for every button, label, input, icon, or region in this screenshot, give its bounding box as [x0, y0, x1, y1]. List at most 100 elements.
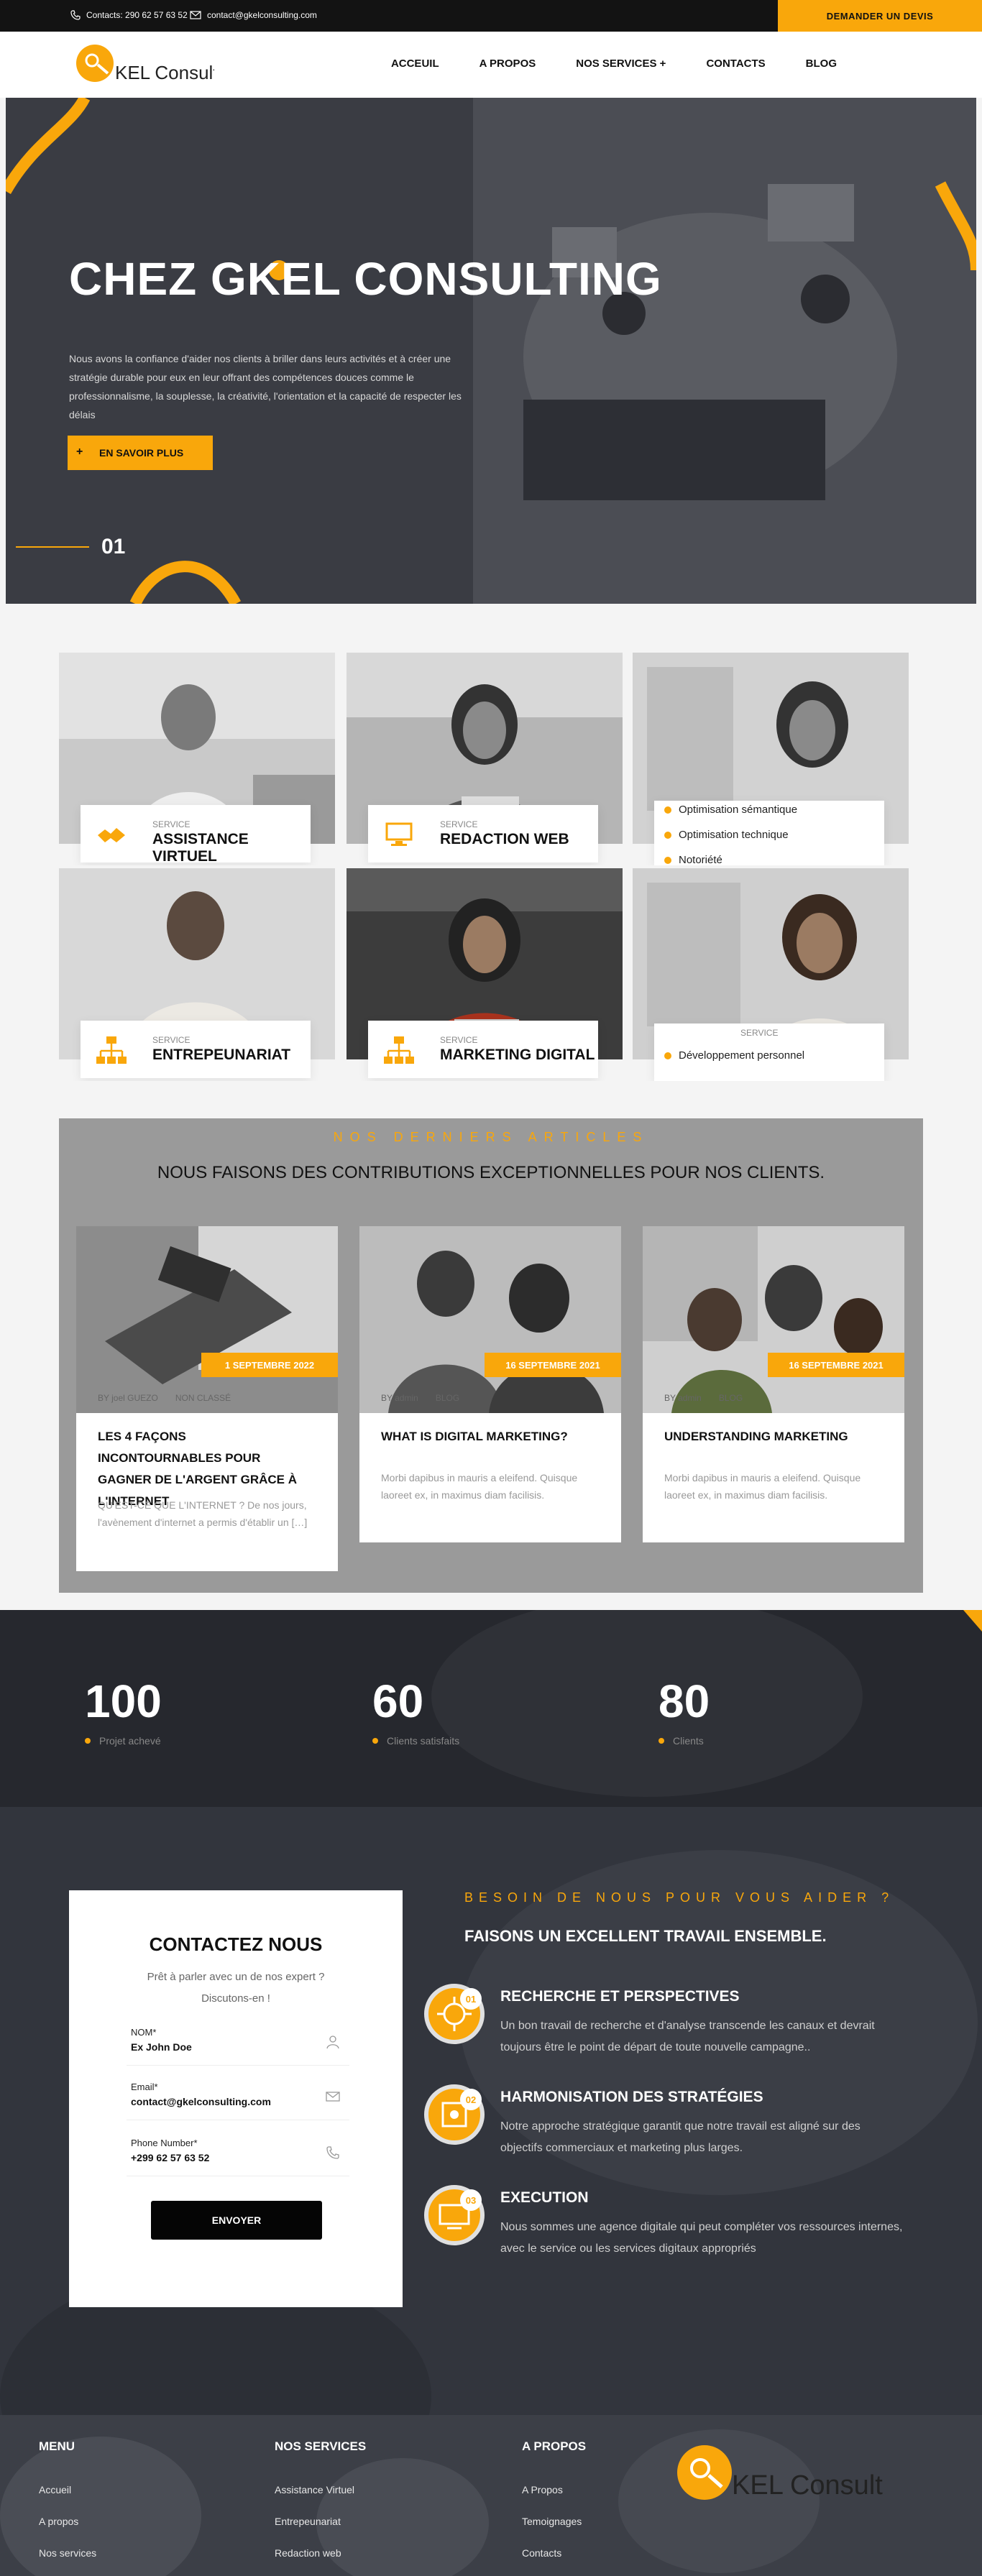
feature-item: Développement personnel — [664, 1049, 880, 1062]
author-link[interactable]: BY joel GUEZO — [98, 1393, 158, 1403]
handshake-icon — [98, 828, 125, 842]
articles-title: NOUS FAISONS DES CONTRIBUTIONS EXCEPTION… — [157, 1163, 825, 1182]
phone-icon — [70, 10, 81, 20]
footer-link[interactable]: Accueil — [39, 2484, 96, 2496]
hero-text: Nous avons la confiance d'aider nos clie… — [69, 353, 462, 420]
phone-text: Contacts: 290 62 57 63 52 — [86, 10, 188, 20]
counter-value: 60 — [372, 1675, 424, 1727]
service-title: ASSISTANCE VIRTUEL — [152, 831, 249, 865]
form-subtitle: Prêt à parler avec un de nos expert ? Di… — [147, 1971, 325, 2005]
feature-item: Optimisation sémantique — [664, 804, 880, 816]
service-title: REDACTION WEB — [440, 831, 569, 847]
counter-value: 100 — [85, 1675, 162, 1727]
step-number: 01 — [460, 1988, 482, 2010]
article-excerpt: QU'EST-CE QUE L'INTERNET ? De nos jours,… — [98, 1499, 308, 1528]
learn-more-button[interactable]: + EN SAVOIR PLUS — [68, 436, 213, 470]
footer-link[interactable]: Nos services — [39, 2547, 96, 2559]
footer-link[interactable]: A Propos — [522, 2484, 586, 2496]
nav-item-a-propos[interactable]: A PROPOS — [479, 58, 536, 70]
counter-label: Projet achevé — [85, 1735, 162, 1747]
email-text: contact@gkelconsulting.com — [207, 10, 317, 20]
phone-icon — [326, 2146, 339, 2159]
bullet-icon — [664, 831, 671, 839]
send-button[interactable]: ENVOYER — [151, 2201, 322, 2240]
article-title[interactable]: WHAT IS DIGITAL MARKETING? — [381, 1426, 597, 1448]
step-text: Notre approche stratégique garantit que … — [500, 2120, 861, 2154]
slide-number[interactable]: 01 — [101, 535, 125, 559]
service-card-hover-dev[interactable]: SERVICE Développement personnel — [633, 868, 909, 1081]
name-value: Ex John Doe — [131, 2041, 192, 2053]
network-icon — [96, 1036, 127, 1064]
author-link[interactable]: BY admin — [664, 1393, 702, 1403]
step-title: RECHERCHE ET PERSPECTIVES — [500, 1988, 740, 2005]
footer-link[interactable]: Assistance Virtuel — [275, 2484, 366, 2496]
article-date: 16 SEPTEMBRE 2021 — [768, 1353, 904, 1377]
footer-menu: MENU Accueil A propos Nos services — [39, 2439, 96, 2576]
footer-link[interactable]: Contacts — [522, 2547, 586, 2559]
article-meta: BY joel GUEZO NON CLASSÉ — [98, 1393, 231, 1403]
service-info: SERVICE ASSISTANCE VIRTUEL — [81, 805, 311, 865]
counter-value: 80 — [659, 1675, 710, 1727]
bullet-icon — [664, 856, 671, 864]
article-card[interactable]: 16 SEPTEMBRE 2021 BY admin BLOG UNDERSTA… — [643, 1226, 904, 1542]
bullet-icon — [659, 1738, 664, 1744]
mail-icon — [326, 2092, 340, 2102]
step-title: EXECUTION — [500, 2189, 589, 2206]
help-kicker: BESOIN DE NOUS POUR VOUS AIDER ? — [464, 1890, 895, 1905]
footer-link[interactable]: Redaction web — [275, 2547, 366, 2559]
footer-about-title: A PROPOS — [522, 2439, 587, 2453]
service-card-hover-seo[interactable]: Optimisation sémantique Optimisation tec… — [633, 653, 909, 865]
category-link[interactable]: BLOG — [719, 1393, 743, 1403]
help-title: FAISONS UN EXCELLENT TRAVAIL ENSEMBLE. — [464, 1927, 827, 1945]
service-label: SERVICE — [152, 1035, 191, 1045]
service-title: ENTREPEUNARIAT — [152, 1046, 291, 1063]
category-link[interactable]: BLOG — [436, 1393, 459, 1403]
mail-icon — [190, 11, 201, 19]
latest-articles-section: NOS DERNIERS ARTICLES NOUS FAISONS DES C… — [59, 1118, 923, 1593]
service-label: SERVICE — [152, 819, 191, 829]
footer-logo[interactable]: KEL Consulting — [669, 2437, 919, 2508]
service-card-entrepeunariat[interactable]: SERVICE ENTREPEUNARIAT — [59, 868, 335, 1081]
feature-item: Optimisation technique — [664, 829, 880, 841]
author-link[interactable]: BY admin — [381, 1393, 418, 1403]
service-label: SERVICE — [740, 1028, 779, 1038]
nav-item-accueil[interactable]: ACCEUIL — [391, 58, 439, 70]
service-card-assistance[interactable]: SERVICE ASSISTANCE VIRTUEL — [59, 653, 335, 865]
footer-link[interactable]: Entrepeunariat — [275, 2516, 366, 2527]
name-label: NOM* — [131, 2027, 157, 2038]
email-contact[interactable]: contact@gkelconsulting.com — [190, 10, 317, 20]
main-nav: ACCEUIL A PROPOS NOS SERVICES + CONTACTS… — [391, 58, 837, 70]
service-label: SERVICE — [440, 1035, 478, 1045]
counter-satisfied: 60 Clients satisfaits — [372, 1675, 459, 1747]
request-quote-button[interactable]: DEMANDER UN DEVIS — [778, 0, 982, 32]
article-card[interactable]: 1 SEPTEMBRE 2022 BY joel GUEZO NON CLASS… — [76, 1226, 338, 1571]
footer-services-title: NOS SERVICES — [275, 2439, 367, 2453]
nav-item-contacts[interactable]: CONTACTS — [706, 58, 765, 70]
nav-item-nos-services[interactable]: NOS SERVICES + — [576, 58, 666, 70]
footer-services: NOS SERVICES Assistance Virtuel Entrepeu… — [275, 2439, 366, 2576]
name-field[interactable]: NOM* Ex John Doe — [127, 2020, 349, 2066]
user-icon — [326, 2036, 339, 2049]
site-logo[interactable]: KEL Consulting — [70, 39, 243, 91]
counter-label: Clients satisfaits — [372, 1735, 459, 1747]
footer-link[interactable]: Temoignages — [522, 2516, 586, 2527]
article-image — [359, 1226, 621, 1413]
service-card-redaction[interactable]: SERVICE REDACTION WEB — [347, 653, 623, 865]
nav-item-blog[interactable]: BLOG — [806, 58, 837, 70]
article-title[interactable]: UNDERSTANDING MARKETING — [664, 1426, 880, 1448]
article-card[interactable]: 16 SEPTEMBRE 2021 BY admin BLOG WHAT IS … — [359, 1226, 621, 1542]
footer-link[interactable]: A propos — [39, 2516, 96, 2527]
service-card-marketing[interactable]: SERVICE MARKETING DIGITAL — [347, 868, 623, 1081]
article-excerpt: Morbi dapibus in mauris a eleifend. Quis… — [381, 1472, 578, 1501]
service-feature-list: Développement personnel — [664, 1049, 880, 1075]
email-field[interactable]: Email* contact@gkelconsulting.com — [127, 2074, 349, 2120]
phone-field[interactable]: Phone Number* +299 62 57 63 52 — [127, 2130, 349, 2176]
phone-contact[interactable]: Contacts: 290 62 57 63 52 — [70, 10, 188, 20]
step-text: Nous sommes une agence digitale qui peut… — [500, 2221, 903, 2255]
hero-slider: CHEZ GKEL CONSULTING Nous avons la confi… — [6, 98, 976, 604]
help-heading: BESOIN DE NOUS POUR VOUS AIDER ? FAISONS… — [464, 1890, 910, 1946]
category-link[interactable]: NON CLASSÉ — [175, 1393, 231, 1403]
computer-icon — [385, 822, 413, 846]
articles-kicker: NOS DERNIERS ARTICLES — [333, 1130, 649, 1144]
top-bar: Contacts: 290 62 57 63 52 contact@gkelco… — [0, 0, 982, 32]
